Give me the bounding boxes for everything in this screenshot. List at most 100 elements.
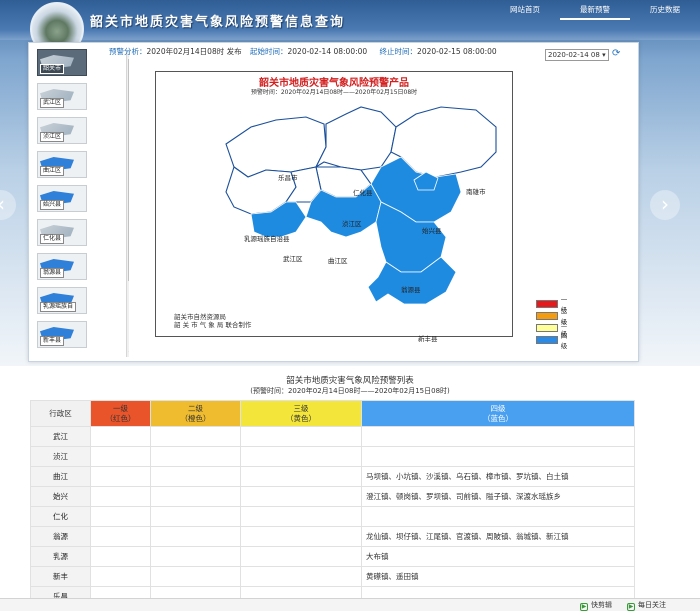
page: 韶关市地质灾害气象风险预警信息查询 网站首页 最新预警 历史数据 ‹ › 韶关市…: [0, 0, 700, 611]
nav-home[interactable]: 网站首页: [490, 3, 560, 20]
table-row: 武江: [30, 426, 635, 447]
cell-region: 新丰: [30, 566, 91, 587]
legend-swatch: [536, 312, 558, 320]
legend-swatch: [536, 300, 558, 308]
credit-meteorology: 韶 关 市 气 象 局: [174, 321, 224, 329]
cell-level2: [150, 546, 241, 567]
col-header-main: 二级: [188, 403, 203, 413]
cell-level3: [240, 446, 362, 467]
cell-region: 始兴: [30, 486, 91, 507]
map-label-xinfeng: 新丰县: [418, 335, 438, 343]
top-nav: 网站首页 最新预警 历史数据: [490, 3, 700, 20]
cell-level4: 黄礤镇、遥田镇: [361, 566, 635, 587]
end-time-label: 终止时间：: [379, 47, 418, 56]
col-header-main: 四级: [490, 403, 506, 413]
credit-joint: 联合制作: [225, 321, 252, 329]
col-level2: 二级 （橙色）: [150, 400, 241, 427]
thumb-label: 翁源县: [40, 268, 65, 278]
cell-level3: [240, 466, 362, 487]
region-thumbnail-list: 韶关市 武江区 浈江区 曲江区 始兴县 仁化县 翁源县 乳源瑶族自 新丰县 ▲ …: [34, 45, 129, 358]
date-select-value: 2020-02-14 08: [548, 51, 600, 59]
cell-level4: 龙仙镇、坝仔镇、江尾镇、官渡镇、周陂镇、翁城镇、新江镇: [361, 526, 635, 547]
start-time-label: 起始时间：: [250, 47, 288, 56]
thumb-wujiang[interactable]: 武江区: [37, 83, 87, 110]
thumb-zhenjiang[interactable]: 浈江区: [37, 117, 87, 144]
region-map-svg: [225, 106, 497, 305]
list-subtitle: (预警时间：2020年02月14日08时——2020年02月15日08时): [250, 387, 450, 395]
thumb-ruyuan[interactable]: 乳源瑶族自: [37, 287, 87, 314]
warning-map: 韶关市地质灾害气象风险预警产品 预警时间：2020年02月14日08时——202…: [155, 71, 567, 350]
cell-level1: [90, 446, 151, 467]
warning-meta: 预警分析：2020年02月14日08时 发布 起始时间：2020-02-14 0…: [109, 46, 539, 58]
legend-swatch: [536, 336, 558, 344]
cell-region: 浈江: [30, 446, 91, 467]
scroll-thumb[interactable]: [128, 59, 129, 281]
col-header-sub: （黄色）: [286, 413, 316, 423]
col-header-main: 一级: [113, 403, 128, 413]
thumb-label: 乳源瑶族自: [40, 302, 77, 312]
nav-latest-warning[interactable]: 最新预警: [560, 3, 630, 20]
cell-level3: [240, 486, 362, 507]
cell-level3: [240, 506, 362, 527]
thumb-xinfeng[interactable]: 新丰县: [37, 321, 87, 348]
cell-level1: [90, 526, 151, 547]
scroll-down-icon[interactable]: ▼: [127, 350, 130, 357]
map-label-zhenjiang: 浈江区: [342, 220, 362, 228]
cell-region: 翁源: [30, 526, 91, 547]
cell-region: 乳源: [30, 546, 91, 567]
follow-label: 每日关注: [638, 601, 666, 609]
nav-history[interactable]: 历史数据: [630, 3, 700, 20]
map-label-wujiang: 武江区: [283, 255, 303, 263]
thumb-qujiang[interactable]: 曲江区: [37, 151, 87, 178]
cell-level4: [361, 446, 635, 467]
carousel-next-arrow[interactable]: ›: [650, 190, 680, 220]
thumb-renhua[interactable]: 仁化县: [37, 219, 87, 246]
thumb-shaoguan[interactable]: 韶关市: [37, 49, 87, 76]
col-header-sub: （红色）: [105, 413, 136, 423]
date-select[interactable]: 2020-02-14 08 ▾: [545, 49, 609, 61]
table-row: 浈江: [30, 446, 635, 467]
cell-level4: 澄江镇、顿岗镇、罗坝镇、司前镇、隘子镇、深渡水瑶族乡: [361, 486, 635, 507]
thumb-label: 始兴县: [40, 200, 65, 210]
cell-level2: [150, 526, 241, 547]
end-time-value: 2020-02-15 08:00:00: [417, 47, 497, 56]
table-header-row: 行政区 一级 （红色） 二级 （橙色） 三级 （黄色） 四级 （蓝色）: [30, 400, 635, 427]
col-header-main: 行政区: [49, 408, 72, 418]
thumb-shixing[interactable]: 始兴县: [37, 185, 87, 212]
cell-level2: [150, 426, 241, 447]
thumb-label: 曲江区: [40, 166, 65, 176]
map-label-ruyuan: 乳源瑶族自治县: [244, 235, 290, 243]
cell-level4: [361, 426, 635, 447]
map-label-qujiang: 曲江区: [328, 257, 348, 265]
thumb-label: 仁化县: [40, 234, 65, 244]
cell-level1: [90, 566, 151, 587]
refresh-icon[interactable]: ⟳: [612, 48, 620, 59]
col-level4: 四级 （蓝色）: [361, 400, 635, 427]
warning-table: 行政区 一级 （红色） 二级 （橙色） 三级 （黄色） 四级 （蓝色） 武江 浈江 曲江…: [30, 400, 635, 607]
thumb-label: 武江区: [40, 98, 65, 108]
map-credits: 韶关市自然资源局 韶 关 市 气 象 局 联合制作: [174, 313, 251, 329]
map-label-shixing: 始兴县: [422, 227, 442, 235]
col-region: 行政区: [30, 400, 91, 427]
cell-level2: [150, 486, 241, 507]
thumbnail-scrollbar[interactable]: ▲ ▼: [126, 51, 129, 357]
forecast-label: 预警分析：: [109, 47, 147, 56]
chevron-down-icon: ▾: [602, 51, 606, 59]
thumb-label: 新丰县: [40, 336, 65, 346]
cell-level3: [240, 566, 362, 587]
cell-level1: [90, 546, 151, 567]
thumb-wengyuan[interactable]: 翁源县: [37, 253, 87, 280]
cell-region: 曲江: [30, 466, 91, 487]
clip-button[interactable]: ▶ 快剪辑: [580, 600, 612, 611]
header: 韶关市地质灾害气象风险预警信息查询 网站首页 最新预警 历史数据: [0, 0, 700, 56]
cell-level2: [150, 506, 241, 527]
forecast-value: 2020年02月14日08时 发布: [146, 47, 242, 56]
carousel-prev-arrow[interactable]: ‹: [0, 190, 16, 220]
map-label-renhua: 仁化县: [353, 189, 373, 197]
cell-level2: [150, 566, 241, 587]
table-row: 乳源 大布镇: [30, 546, 635, 567]
map-region-renhua: [314, 106, 397, 171]
cell-level4: 大布镇: [361, 546, 635, 567]
daily-follow-button[interactable]: ▶ 每日关注: [627, 600, 666, 611]
cell-level3: [240, 426, 362, 447]
